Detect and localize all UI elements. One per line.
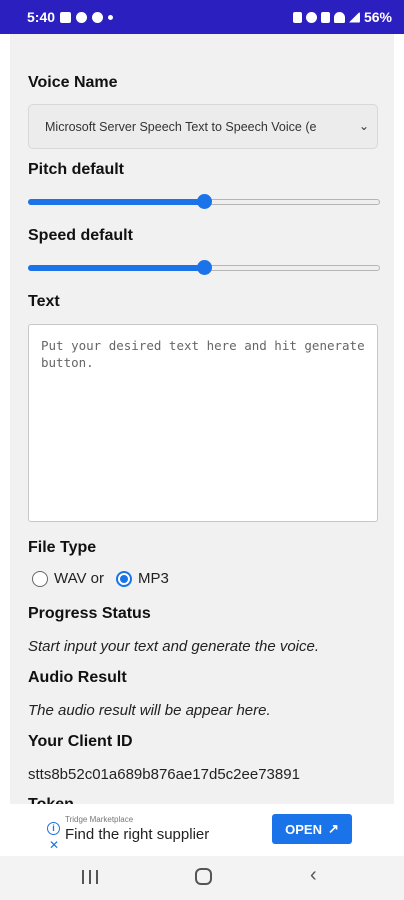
notification-dot-icon	[108, 14, 114, 20]
arrow-up-right-icon: ↗	[327, 821, 339, 836]
whatsapp-icon	[92, 11, 104, 23]
token-label: Token	[28, 796, 74, 804]
system-nav-bar: ‹	[0, 856, 404, 900]
ad-open-label: OPEN	[285, 821, 322, 837]
alarm-icon	[305, 11, 317, 23]
signal-icon	[348, 11, 360, 23]
gallery-icon	[60, 11, 72, 23]
client-id-value: stts8b52c01a689b876ae17d5c2ee73891	[28, 766, 300, 783]
home-icon[interactable]	[195, 868, 212, 885]
progress-status-text: Start input your text and generate the v…	[28, 638, 320, 655]
recent-apps-icon[interactable]	[82, 870, 98, 884]
status-time: 5:40	[27, 9, 56, 25]
voice-name-label: Voice Name	[28, 74, 118, 91]
wav-radio-label: WAV or	[54, 570, 105, 587]
tts-form: Voice Name Microsoft Server Speech Text …	[10, 34, 394, 804]
ad-close-icon[interactable]: ✕	[49, 838, 59, 852]
mp3-radio[interactable]	[116, 570, 133, 587]
voice-select-value: Microsoft Server Speech Text to Speech V…	[45, 119, 317, 134]
back-icon[interactable]: ‹	[310, 864, 317, 887]
battery-percent: 56%	[363, 9, 392, 25]
audio-result-text: The audio result will be appear here.	[28, 702, 271, 719]
ad-source: Tridge Marketplace	[65, 815, 134, 824]
wifi-icon	[333, 11, 345, 23]
ad-info-icon[interactable]: i	[47, 822, 60, 835]
text-input[interactable]: Put your desired text here and hit gener…	[28, 324, 378, 522]
battery-saver-icon	[292, 11, 302, 23]
text-label: Text	[28, 293, 60, 310]
speed-slider-thumb[interactable]	[197, 260, 212, 275]
progress-status-label: Progress Status	[28, 605, 151, 622]
wav-radio[interactable]	[32, 570, 48, 587]
status-bar: 5:40 56%	[0, 0, 404, 34]
voice-select[interactable]: Microsoft Server Speech Text to Speech V…	[28, 104, 378, 149]
pitch-slider-thumb[interactable]	[197, 194, 212, 209]
mp3-radio-label: MP3	[138, 570, 169, 587]
file-type-label: File Type	[28, 539, 97, 556]
text-input-placeholder: Put your desired text here and hit gener…	[41, 338, 365, 370]
client-id-label: Your Client ID	[28, 733, 133, 750]
pitch-label: Pitch default	[28, 161, 125, 178]
ad-title: Find the right supplier	[65, 826, 210, 843]
pitch-slider[interactable]	[28, 194, 380, 210]
speed-slider[interactable]	[28, 260, 380, 276]
chevron-down-icon: ⌄	[356, 119, 369, 133]
speed-label: Speed default	[28, 227, 133, 244]
file-type-options: WAV or MP3	[32, 570, 169, 587]
mute-icon	[320, 11, 330, 23]
ad-open-button[interactable]: OPEN ↗	[272, 814, 352, 844]
audio-result-label: Audio Result	[28, 669, 127, 686]
ad-banner[interactable]: i ✕ Tridge Marketplace Find the right su…	[0, 804, 404, 856]
globe-icon	[76, 11, 88, 23]
